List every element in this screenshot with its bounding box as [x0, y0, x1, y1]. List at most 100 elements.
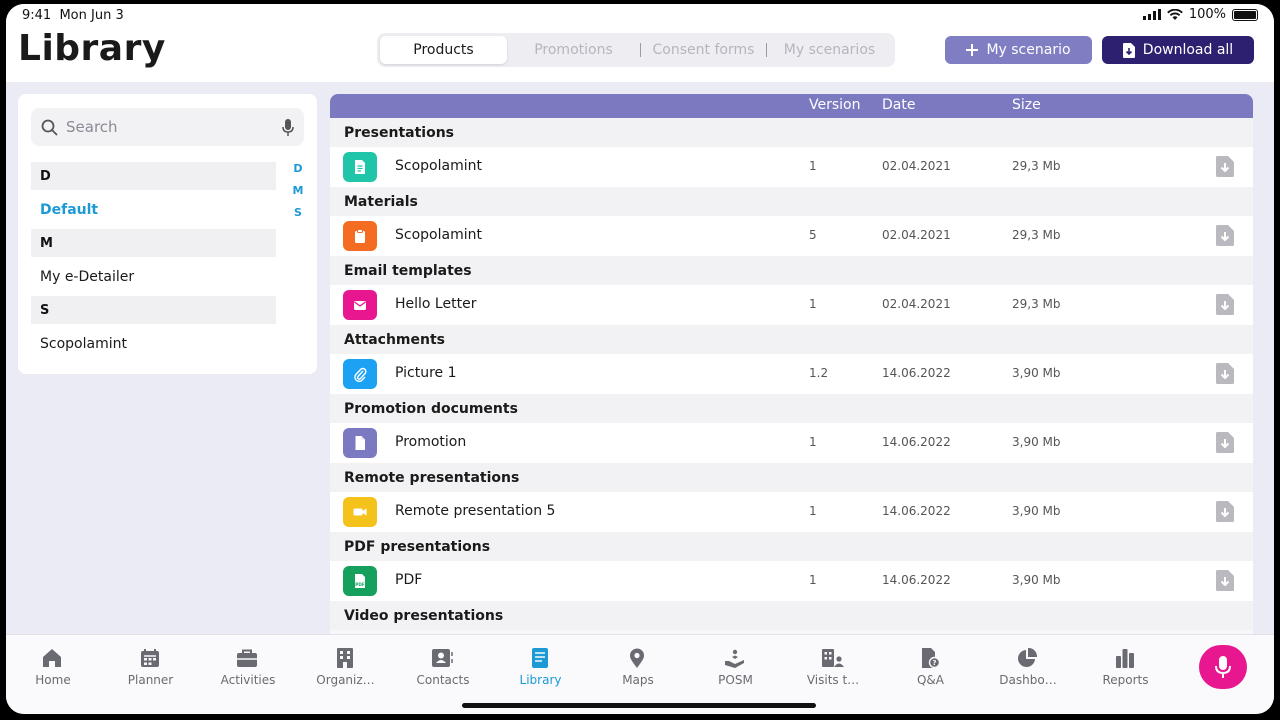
category-item-default[interactable]: Default	[31, 190, 276, 229]
table-row[interactable]: Scopolamint 5 02.04.2021 29,3 Mb	[330, 216, 1253, 256]
nav-tab-briefcase[interactable]: Activities	[206, 647, 290, 687]
library-tabs: Products Promotions Consent forms My sce…	[377, 33, 895, 67]
bottom-nav: Home Planner Activities Organiz… Contacts Lib…	[6, 634, 1274, 714]
nav-tab-label: Library	[519, 673, 562, 687]
tab-promotions[interactable]: Promotions	[507, 36, 640, 64]
mail-icon	[354, 301, 366, 310]
status-date: Mon Jun 3	[59, 8, 124, 23]
add-scenario-label: My scenario	[986, 42, 1071, 58]
table-row[interactable]: PDF PDF 1 14.06.2022 3,90 Mb	[330, 561, 1253, 601]
file-date: 14.06.2022	[882, 573, 951, 587]
nav-tab-home[interactable]: Home	[11, 647, 95, 687]
nav-tab-pie-chart[interactable]: Dashbo…	[986, 647, 1070, 687]
file-version: 1.2	[809, 366, 829, 380]
file-date: 14.06.2022	[882, 366, 951, 380]
wifi-icon	[1167, 8, 1183, 20]
download-icon[interactable]	[1216, 294, 1234, 315]
index-letter-s[interactable]: S	[294, 206, 302, 219]
nav-tab-building[interactable]: Organiz…	[304, 647, 388, 687]
section-header: Presentations	[330, 118, 1253, 147]
download-icon[interactable]	[1216, 432, 1234, 453]
section-header: Attachments	[330, 325, 1253, 354]
nav-tab-hand[interactable]: POSM	[694, 647, 778, 687]
svg-text:PDF: PDF	[355, 582, 365, 587]
nav-tab-visits[interactable]: Visits t…	[791, 647, 875, 687]
file-name: PDF	[395, 572, 423, 588]
category-item-scopolamint[interactable]: Scopolamint	[31, 324, 276, 363]
index-letter-m[interactable]: M	[293, 184, 304, 197]
status-indicators: 100%	[1142, 7, 1258, 22]
nav-tab-map-pin[interactable]: Maps	[596, 647, 680, 687]
file-name: Promotion	[395, 434, 467, 450]
pdf-icon: PDF	[355, 574, 365, 588]
plus-icon	[966, 44, 979, 56]
section-header-d: D	[31, 162, 276, 190]
contact-card-icon	[432, 649, 453, 667]
nav-tab-bar-chart[interactable]: Reports	[1084, 647, 1168, 687]
microphone-icon[interactable]	[282, 118, 294, 136]
category-panel: Search D Default M My e-Detailer S Scopo…	[18, 94, 317, 374]
tab-my-scenarios[interactable]: My scenarios	[767, 36, 892, 64]
file-type-icon: PDF	[343, 566, 377, 596]
home-icon	[43, 649, 61, 667]
table-row[interactable]: Hello Letter 1 02.04.2021 29,3 Mb	[330, 285, 1253, 325]
download-icon[interactable]	[1216, 225, 1234, 246]
file-date: 02.04.2021	[882, 159, 951, 173]
map-pin-icon	[630, 648, 644, 668]
book-icon	[531, 648, 548, 668]
nav-tab-label: Q&A	[916, 673, 944, 687]
section-header: Video presentations	[330, 601, 1253, 630]
table-row[interactable]: Promotion 1 14.06.2022 3,90 Mb	[330, 423, 1253, 463]
table-row[interactable]: Scopolamint 1 02.04.2021 29,3 Mb	[330, 147, 1253, 187]
nav-tab-label: Maps	[622, 673, 654, 687]
download-all-label: Download all	[1142, 42, 1234, 58]
download-icon[interactable]	[1216, 570, 1234, 591]
file-size: 29,3 Mb	[1012, 159, 1061, 173]
pie-chart-icon	[1018, 647, 1038, 667]
nav-tab-calendar[interactable]: Planner	[109, 647, 193, 687]
nav-tab-qa[interactable]: ? Q&A	[889, 647, 973, 687]
nav-tab-label: Contacts	[416, 673, 470, 687]
search-placeholder: Search	[66, 118, 118, 136]
nav-tab-label: Activities	[220, 673, 276, 687]
hand-icon	[724, 649, 744, 668]
file-type-icon	[343, 428, 377, 458]
battery-percent: 100%	[1188, 7, 1226, 22]
download-icon[interactable]	[1216, 501, 1234, 522]
file-size: 29,3 Mb	[1012, 228, 1061, 242]
signal-icon	[1142, 9, 1161, 20]
clipboard-icon	[355, 229, 365, 243]
search-field[interactable]: Search	[31, 108, 304, 146]
page-title: Library	[18, 28, 166, 69]
column-version: Version	[809, 97, 861, 113]
top-bar: 9:41 Mon Jun 3 100% Library Products Pro…	[6, 4, 1274, 82]
file-version: 1	[809, 435, 817, 449]
video-camera-icon	[353, 508, 367, 516]
nav-tab-label: Dashbo…	[999, 673, 1057, 687]
download-icon[interactable]	[1216, 363, 1234, 384]
nav-tab-label: POSM	[718, 673, 753, 687]
tab-products[interactable]: Products	[380, 36, 507, 64]
file-type-icon	[343, 152, 377, 182]
search-icon	[41, 119, 58, 136]
status-time: 9:41	[22, 8, 52, 23]
download-icon[interactable]	[1216, 156, 1234, 177]
svg-text:?: ?	[932, 659, 936, 667]
file-version: 1	[809, 159, 817, 173]
voice-assistant-button[interactable]	[1199, 645, 1247, 689]
add-scenario-button[interactable]: My scenario	[945, 36, 1092, 64]
file-name: Scopolamint	[395, 227, 482, 243]
nav-tab-book[interactable]: Library	[499, 647, 583, 687]
index-letter-d[interactable]: D	[293, 162, 302, 175]
category-item-my-e-detailer[interactable]: My e-Detailer	[31, 257, 276, 296]
tab-consent-forms[interactable]: Consent forms	[641, 36, 766, 64]
file-download-icon	[1122, 42, 1135, 58]
file-date: 02.04.2021	[882, 228, 951, 242]
table-row[interactable]: Remote presentation 5 1 14.06.2022 3,90 Mb	[330, 492, 1253, 532]
file-name: Scopolamint	[395, 158, 482, 174]
download-all-button[interactable]: Download all	[1102, 36, 1254, 64]
table-row[interactable]: Picture 1 1.2 14.06.2022 3,90 Mb	[330, 354, 1253, 394]
nav-tab-contact-card[interactable]: Contacts	[401, 647, 485, 687]
app-frame: 9:41 Mon Jun 3 100% Library Products Pro…	[6, 4, 1274, 714]
file-size: 3,90 Mb	[1012, 366, 1061, 380]
